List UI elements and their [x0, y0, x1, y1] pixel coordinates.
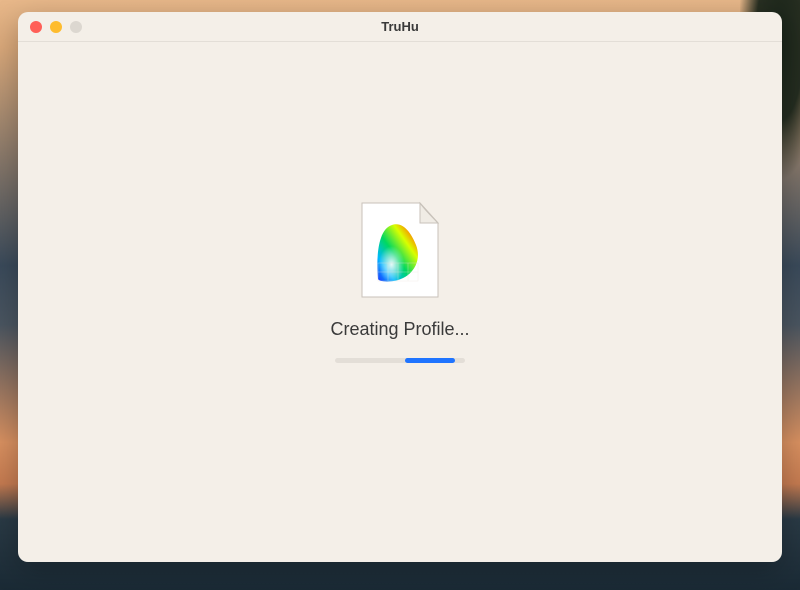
progress-fill: [405, 358, 454, 363]
main-content: Creating Profile...: [18, 22, 782, 542]
app-window: TruHu: [18, 12, 782, 562]
status-text: Creating Profile...: [330, 319, 469, 340]
progress-bar: [335, 358, 465, 363]
color-profile-file-icon: [356, 201, 444, 301]
